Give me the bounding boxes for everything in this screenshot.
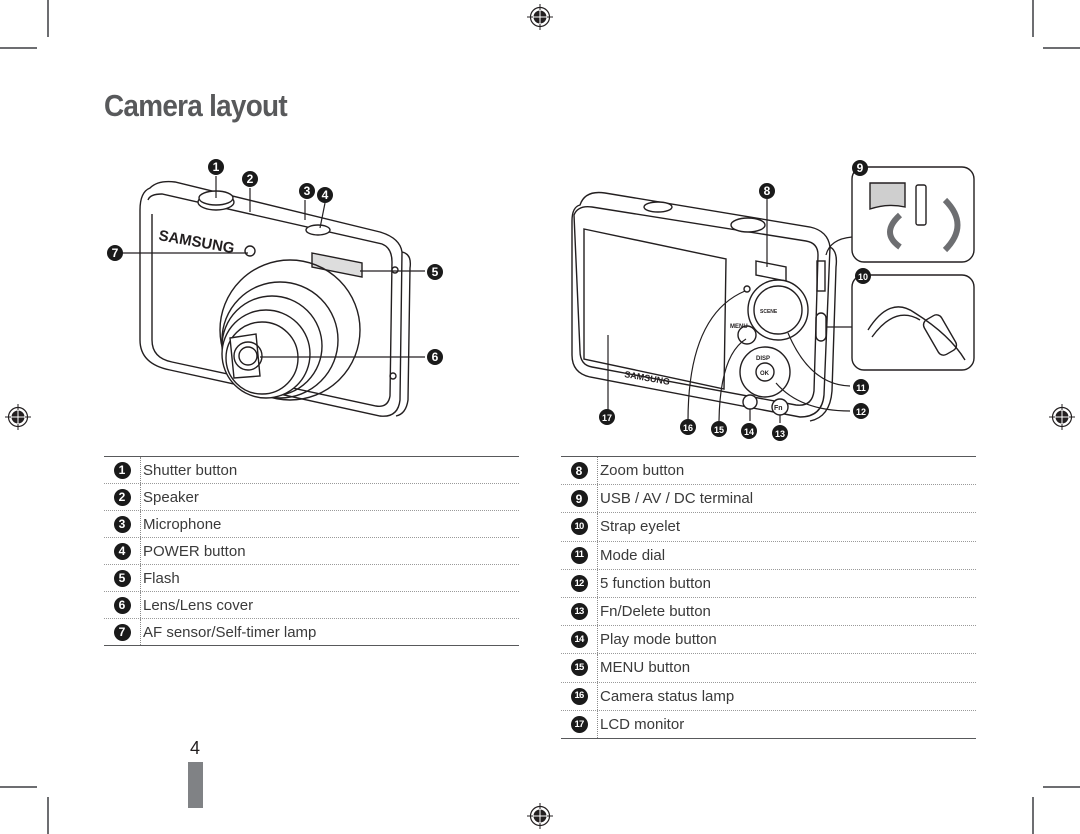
back-callout-11: 11 [856, 383, 866, 393]
legend-number-badge: 14 [570, 631, 588, 649]
legend-label: Flash [143, 569, 180, 587]
legend-row: 2 Speaker [104, 484, 519, 511]
legend-label: Lens/Lens cover [143, 596, 254, 614]
legend-label: 5 function button [600, 574, 711, 592]
legend-number-badge: 7 [113, 623, 131, 641]
front-callout-4: 4 [322, 188, 329, 202]
legend-row: 12 5 function button [561, 569, 976, 598]
legend-number-badge: 17 [570, 715, 588, 733]
back-callout-15: 15 [714, 425, 724, 435]
legend-row: 13 Fn/Delete button [561, 597, 976, 627]
legend-label: AF sensor/Self-timer lamp [143, 623, 317, 641]
legend-label: USB / AV / DC terminal [600, 490, 754, 508]
legend-number-badge: 10 [570, 518, 588, 536]
back-callout-14: 14 [744, 427, 754, 437]
front-callout-5: 5 [432, 265, 439, 279]
crop-mark-tl-h [0, 47, 37, 49]
legend-row: 4 POWER button [104, 538, 519, 565]
legend-row: 3 Microphone [104, 511, 519, 538]
ok-button-label: OK [760, 371, 770, 377]
legend-row: 14 Play mode button [561, 626, 976, 655]
legend-label: Shutter button [143, 461, 238, 479]
front-callout-6: 6 [432, 350, 439, 364]
registration-mark-left-icon [5, 404, 31, 430]
page-number: 4 [190, 738, 201, 758]
legend-label: Play mode button [600, 631, 717, 649]
legend-number-badge: 13 [570, 603, 588, 621]
disp-button-label: DISP [756, 356, 770, 362]
legend-number-badge: 6 [113, 596, 131, 614]
legend-label: Zoom button [600, 462, 685, 480]
crop-mark-bl-v [47, 797, 49, 834]
legend-label: Speaker [143, 488, 199, 506]
legend-label: Fn/Delete button [600, 603, 711, 621]
back-callout-8: 8 [764, 184, 771, 198]
legend-row: 9 USB / AV / DC terminal [561, 485, 976, 514]
legend-label: LCD monitor [600, 715, 685, 733]
back-camera-illustration: SAMSUNG MENU DISP OK Fn SCENE 8 9 10 11 … [571, 160, 975, 441]
back-callout-13: 13 [775, 429, 785, 439]
front-callout-7: 7 [112, 246, 119, 260]
section-thumb-tab [188, 762, 203, 808]
legend-row: 6 Lens/Lens cover [104, 592, 519, 619]
registration-mark-right-icon [1049, 404, 1075, 430]
legend-row: 7 AF sensor/Self-timer lamp [104, 619, 519, 646]
crop-mark-tr-v [1032, 0, 1034, 37]
crop-mark-br-h [1043, 786, 1080, 788]
legend-number-badge: 9 [570, 490, 588, 508]
legend-label: Strap eyelet [600, 518, 681, 536]
legend-label: Camera status lamp [600, 687, 735, 705]
legend-number-badge: 12 [570, 574, 588, 592]
legend-row: 17 LCD monitor [561, 710, 976, 739]
front-callout-1: 1 [213, 160, 220, 174]
legend-number-badge: 3 [113, 515, 131, 533]
front-callout-3: 3 [304, 184, 311, 198]
legend-label: MENU button [600, 659, 691, 677]
crop-mark-bl-h [0, 786, 37, 788]
legend-number-badge: 2 [113, 488, 131, 506]
legend-number-badge: 11 [570, 546, 588, 564]
menu-button-label: MENU [730, 324, 748, 330]
fn-button-label: Fn [774, 405, 783, 412]
back-callout-17: 17 [602, 413, 612, 423]
legend-label: POWER button [143, 542, 246, 560]
legend-row: 5 Flash [104, 565, 519, 592]
legend-number-badge: 1 [113, 461, 131, 479]
legend-row: 8 Zoom button [561, 457, 976, 486]
legend-number-badge: 5 [113, 569, 131, 587]
legend-label: Mode dial [600, 546, 666, 564]
registration-mark-bottom-icon [527, 803, 553, 829]
back-callout-12: 12 [856, 407, 866, 417]
legend-number-badge: 4 [113, 542, 131, 560]
back-parts-legend: 8 Zoom button 9 USB / AV / DC terminal 10 S… [561, 456, 976, 739]
back-callout-16: 16 [683, 423, 693, 433]
page-title: Camera layout [104, 88, 288, 123]
legend-number-badge: 8 [570, 462, 588, 480]
legend-row: 16 Camera status lamp [561, 682, 976, 711]
legend-number-badge: 16 [570, 687, 588, 705]
front-parts-legend: 1 Shutter button 2 Speaker 3 Microphone 4 PO… [104, 456, 519, 646]
front-callout-2: 2 [247, 172, 254, 186]
crop-mark-tl-v [47, 0, 49, 37]
registration-mark-top-icon [527, 4, 553, 30]
legend-number-badge: 15 [570, 659, 588, 677]
back-callout-9: 9 [857, 161, 864, 175]
crop-mark-tr-h [1043, 47, 1080, 49]
back-callout-10: 10 [858, 272, 868, 282]
scene-dial-label: SCENE [760, 309, 778, 315]
legend-row: 10 Strap eyelet [561, 513, 976, 542]
legend-row: 11 Mode dial [561, 541, 976, 570]
legend-row: 1 Shutter button [104, 457, 519, 484]
front-camera-illustration: SAMSUNG 1 2 3 4 5 6 7 [107, 159, 443, 417]
legend-row: 15 MENU button [561, 654, 976, 683]
crop-mark-br-v [1032, 797, 1034, 834]
legend-label: Microphone [143, 515, 222, 533]
